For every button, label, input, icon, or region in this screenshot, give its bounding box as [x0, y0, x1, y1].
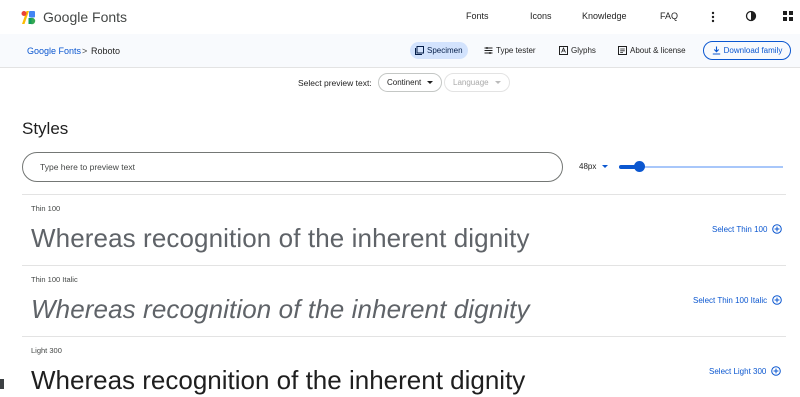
breadcrumb-current: Roboto — [91, 46, 121, 56]
select-thin-100-italic-button[interactable]: Select Thin 100 Italic — [693, 295, 782, 305]
nav-faq[interactable]: FAQ — [660, 11, 678, 21]
specimen-icon — [415, 46, 424, 55]
select-light-300-label: Select Light 300 — [709, 366, 767, 376]
slider-thumb[interactable] — [634, 161, 645, 172]
style-sample-thin-100-italic[interactable]: Whereas recognition of the inherent dign… — [31, 294, 530, 325]
breadcrumb-separator: > — [82, 46, 88, 56]
chevron-down-icon — [494, 81, 501, 84]
more-vert-icon[interactable] — [710, 11, 716, 23]
preview-text-input[interactable]: Type here to preview text — [22, 152, 563, 182]
row-divider — [22, 265, 786, 266]
family-toolbar: Google Fonts > Roboto Specimen Type test… — [0, 34, 800, 68]
nav-fonts[interactable]: Fonts — [466, 11, 489, 21]
add-circle-icon — [772, 224, 783, 234]
language-select[interactable]: Language — [444, 73, 510, 92]
chevron-down-icon — [427, 81, 434, 84]
type-tester-icon — [484, 47, 493, 54]
row-divider — [22, 336, 786, 337]
google-fonts-logo-icon[interactable] — [20, 9, 37, 26]
breadcrumb-root[interactable]: Google Fonts — [27, 46, 81, 56]
tab-about-license[interactable]: About & license — [613, 42, 691, 59]
nav-knowledge[interactable]: Knowledge — [582, 11, 627, 21]
theme-toggle-icon[interactable] — [745, 10, 757, 22]
download-family-label: Download family — [723, 46, 783, 55]
font-size-value: 48px — [579, 162, 597, 171]
tab-about-license-label: About & license — [630, 46, 686, 55]
select-thin-100-button[interactable]: Select Thin 100 — [712, 224, 783, 234]
style-name-thin-100: Thin 100 — [31, 204, 61, 213]
chevron-down-icon — [602, 165, 609, 168]
download-family-button[interactable]: Download family — [703, 41, 791, 60]
font-size-slider[interactable] — [619, 160, 783, 174]
preview-text-label: Select preview text: — [298, 78, 372, 88]
brand-title[interactable]: Google Fonts — [43, 9, 127, 25]
style-name-light-300: Light 300 — [31, 346, 62, 355]
style-name-thin-100-italic: Thin 100 Italic — [31, 275, 78, 284]
continent-select-label: Continent — [387, 78, 422, 87]
language-select-label: Language — [453, 78, 489, 87]
select-light-300-button[interactable]: Select Light 300 — [709, 366, 782, 376]
tab-specimen[interactable]: Specimen — [410, 42, 468, 59]
continent-select[interactable]: Continent — [378, 73, 443, 92]
add-circle-icon — [772, 295, 782, 305]
select-thin-100-label: Select Thin 100 — [712, 224, 768, 234]
about-icon — [618, 46, 627, 55]
download-icon — [712, 46, 720, 55]
font-size-select[interactable]: 48px — [579, 162, 609, 171]
select-thin-100-italic-label: Select Thin 100 Italic — [693, 295, 768, 305]
scroll-edge-marker — [0, 379, 4, 389]
tab-type-tester-label: Type tester — [496, 46, 536, 55]
styles-heading: Styles — [22, 119, 69, 138]
tab-glyphs[interactable]: Glyphs — [554, 42, 601, 59]
row-divider — [22, 194, 786, 195]
glyphs-icon — [559, 46, 568, 55]
style-sample-thin-100[interactable]: Whereas recognition of the inherent dign… — [31, 223, 530, 254]
preview-text-placeholder: Type here to preview text — [40, 162, 135, 172]
tab-glyphs-label: Glyphs — [571, 46, 596, 55]
top-bar: Google Fonts Fonts Icons Knowledge FAQ — [0, 0, 800, 34]
tab-specimen-label: Specimen — [427, 46, 463, 55]
add-circle-icon — [771, 366, 782, 376]
tab-type-tester[interactable]: Type tester — [479, 42, 541, 59]
nav-icons[interactable]: Icons — [530, 11, 552, 21]
apps-grid-icon[interactable] — [783, 11, 793, 21]
style-sample-light-300[interactable]: Whereas recognition of the inherent dign… — [31, 365, 525, 396]
